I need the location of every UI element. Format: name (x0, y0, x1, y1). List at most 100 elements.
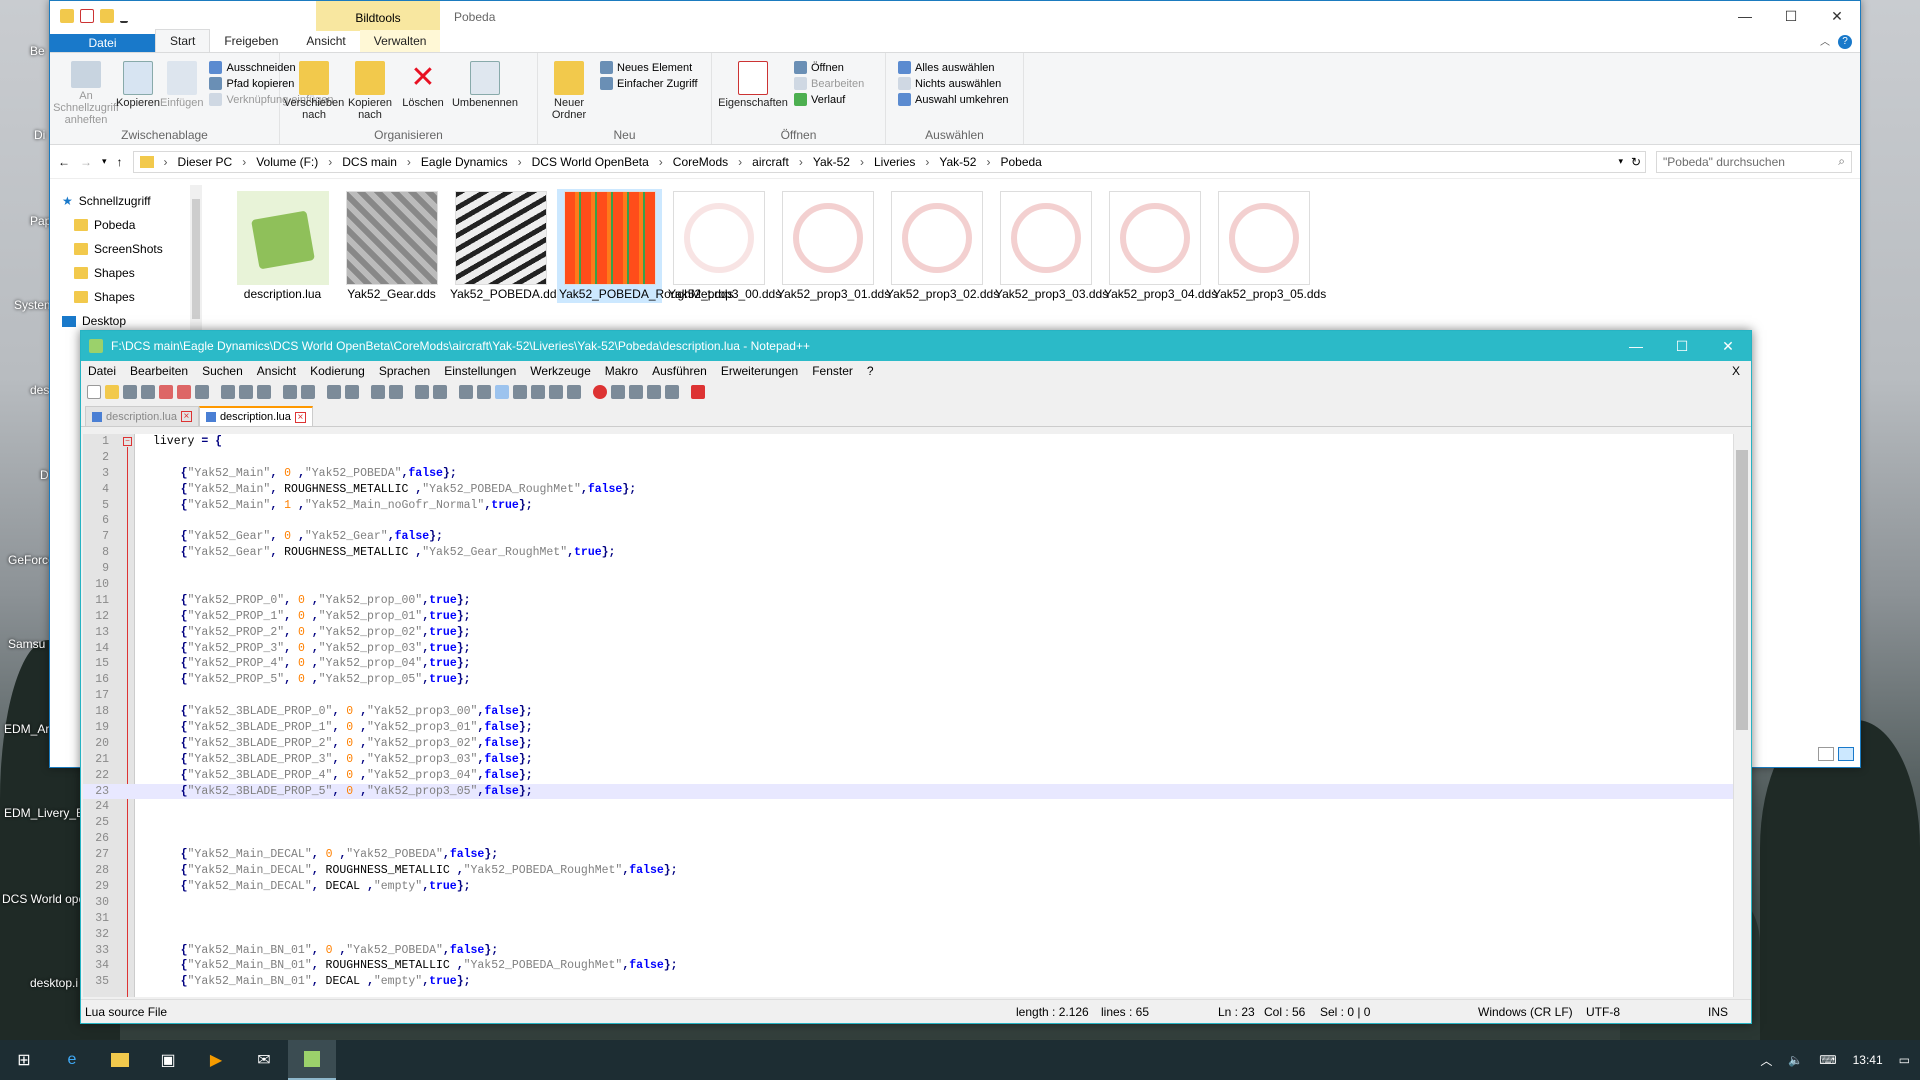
chevron-down-icon[interactable] (120, 9, 128, 23)
record-macro-icon[interactable] (593, 385, 607, 399)
minimize-button[interactable]: — (1722, 1, 1768, 31)
file-item[interactable]: Yak52_POBEDA_RoughMet.dds (557, 189, 734, 303)
new-file-icon[interactable] (87, 385, 101, 399)
store-icon[interactable]: ▣ (144, 1040, 192, 1080)
code-line[interactable]: 18 {"Yak52_3BLADE_PROP_0", 0 ,"Yak52_pro… (83, 704, 1733, 720)
breadcrumb-item[interactable]: DCS World OpenBeta (532, 155, 649, 169)
file-explorer-icon[interactable] (96, 1040, 144, 1080)
function-list-icon[interactable] (531, 385, 545, 399)
breadcrumb-item[interactable]: Liveries (874, 155, 915, 169)
code-line[interactable]: 22 {"Yak52_3BLADE_PROP_4", 0 ,"Yak52_pro… (83, 768, 1733, 784)
code-line[interactable]: 29 {"Yak52_Main_DECAL", DECAL ,"empty",t… (83, 879, 1733, 895)
print-icon[interactable] (195, 385, 209, 399)
notepadpp-taskbar-icon[interactable] (288, 1040, 336, 1080)
nav-item-quick-access[interactable]: ★ Schnellzugriff (50, 189, 212, 213)
breadcrumb-item[interactable]: Eagle Dynamics (421, 155, 508, 169)
code-line[interactable]: 9 (83, 561, 1733, 577)
keyboard-layout-icon[interactable]: ⌨ (1819, 1053, 1836, 1067)
maximize-button[interactable]: ☐ (1768, 1, 1814, 31)
breadcrumb-item[interactable]: Pobeda (1000, 155, 1041, 169)
code-line[interactable]: 1 livery = { (83, 434, 1733, 450)
code-editor[interactable]: − 1 livery = {2 3 {"Yak52_Main", 0 ,"Yak52… (83, 434, 1733, 997)
code-line[interactable]: 28 {"Yak52_Main_DECAL", ROUGHNESS_METALL… (83, 863, 1733, 879)
file-item[interactable]: description.lua (230, 189, 335, 303)
search-input[interactable]: "Pobeda" durchsuchen ⌕ (1656, 150, 1852, 173)
code-line[interactable]: 13 {"Yak52_PROP_2", 0 ,"Yak52_prop_02",t… (83, 625, 1733, 641)
select-all-button[interactable]: Alles auswählen (898, 61, 1009, 74)
tab-freigeben[interactable]: Freigeben (210, 30, 292, 52)
select-none-button[interactable]: Nichts auswählen (898, 77, 1009, 90)
play-macro-icon[interactable] (629, 385, 643, 399)
clock[interactable]: 13:41 (1853, 1053, 1883, 1067)
open-file-icon[interactable] (105, 385, 119, 399)
pin-quick-access-button[interactable]: An Schnellzugriff anheften (53, 57, 119, 126)
forward-arrow-icon[interactable]: → (80, 155, 92, 169)
help-icon[interactable]: ? (1838, 35, 1852, 49)
menu-ansicht[interactable]: Ansicht (250, 364, 303, 378)
desktop-icon-label[interactable]: EDM_Ar (4, 722, 49, 736)
start-button[interactable]: ⊞ (0, 1040, 48, 1080)
code-line[interactable]: 30 (83, 895, 1733, 911)
properties-button[interactable]: Eigenschaften (718, 57, 788, 126)
code-line[interactable]: 5 {"Yak52_Main", 1 ,"Yak52_Main_noGofr_N… (83, 498, 1733, 514)
folder-workspace-icon[interactable] (549, 385, 563, 399)
code-line[interactable]: 31 (83, 911, 1733, 927)
paste-icon[interactable] (257, 385, 271, 399)
media-player-icon[interactable]: ▶ (192, 1040, 240, 1080)
spellcheck-icon[interactable] (691, 385, 705, 399)
copy-to-button[interactable]: Kopieren nach (342, 57, 398, 126)
save-macro-icon[interactable] (665, 385, 679, 399)
nav-item-shapes[interactable]: Shapes (50, 261, 212, 285)
undo-icon[interactable] (283, 385, 297, 399)
code-line[interactable]: 27 {"Yak52_Main_DECAL", 0 ,"Yak52_POBEDA… (83, 847, 1733, 863)
code-line[interactable]: 25 (83, 815, 1733, 831)
nav-item-screenshots[interactable]: ScreenShots (50, 237, 212, 261)
sync-horizontal-icon[interactable] (433, 385, 447, 399)
breadcrumb-item[interactable]: Yak-52 (939, 155, 976, 169)
tab-ansicht[interactable]: Ansicht (292, 30, 359, 52)
code-line[interactable]: 6 (83, 513, 1733, 529)
file-item[interactable]: Yak52_prop3_03.dds (993, 189, 1108, 303)
nav-scrollbar[interactable] (190, 185, 202, 335)
code-line[interactable]: 14 {"Yak52_PROP_3", 0 ,"Yak52_prop_03",t… (83, 641, 1733, 657)
breadcrumb-item[interactable]: aircraft (752, 155, 789, 169)
edit-button[interactable]: Bearbeiten (794, 77, 864, 90)
scroll-thumb[interactable] (1736, 450, 1748, 730)
context-tab-bildtools[interactable]: Bildtools (316, 1, 440, 31)
replace-icon[interactable] (345, 385, 359, 399)
file-item[interactable]: Yak52_prop3_05.dds (1211, 189, 1326, 303)
desktop-icon-label[interactable]: D (40, 468, 49, 482)
menu-bearbeiten[interactable]: Bearbeiten (123, 364, 195, 378)
code-line[interactable]: 23 {"Yak52_3BLADE_PROP_5", 0 ,"Yak52_pro… (83, 783, 1733, 800)
zoom-out-icon[interactable] (389, 385, 403, 399)
redo-icon[interactable] (301, 385, 315, 399)
new-folder-icon[interactable] (100, 9, 114, 23)
code-line[interactable]: 3 {"Yak52_Main", 0 ,"Yak52_POBEDA",false… (83, 466, 1733, 482)
desktop-icon-label[interactable]: Di (34, 128, 45, 142)
code-line[interactable]: 35 {"Yak52_Main_BN_01", DECAL ,"empty",t… (83, 974, 1733, 990)
code-line[interactable]: 11 {"Yak52_PROP_0", 0 ,"Yak52_prop_00",t… (83, 593, 1733, 609)
code-line[interactable]: 24 (83, 799, 1733, 815)
save-all-icon[interactable] (141, 385, 155, 399)
code-line[interactable]: 19 {"Yak52_3BLADE_PROP_1", 0 ,"Yak52_pro… (83, 720, 1733, 736)
menu-suchen[interactable]: Suchen (195, 364, 250, 378)
monitoring-icon[interactable] (567, 385, 581, 399)
npp-maximize-button[interactable]: ☐ (1659, 331, 1705, 361)
desktop-icon-label[interactable]: des (30, 383, 49, 397)
new-item-button[interactable]: Neues Element (600, 61, 698, 74)
copy-button[interactable]: Kopieren (116, 57, 160, 126)
doc-map-icon[interactable] (513, 385, 527, 399)
menu-makro[interactable]: Makro (598, 364, 645, 378)
desktop-icon-label[interactable]: Samsu (8, 637, 45, 651)
show-hidden-icons-icon[interactable]: ︿ (1760, 1052, 1772, 1069)
play-multiple-icon[interactable] (647, 385, 661, 399)
file-item[interactable]: Yak52_Gear.dds (339, 189, 444, 303)
menu-sprachen[interactable]: Sprachen (372, 364, 437, 378)
up-arrow-icon[interactable]: ↑ (117, 155, 123, 169)
close-button[interactable]: ✕ (1814, 1, 1860, 31)
mail-icon[interactable]: ✉ (240, 1040, 288, 1080)
code-line[interactable]: 32 (83, 927, 1733, 943)
desktop-icon-label[interactable]: GeForce (8, 553, 55, 567)
sync-vertical-icon[interactable] (415, 385, 429, 399)
breadcrumb-item[interactable]: Yak-52 (813, 155, 850, 169)
